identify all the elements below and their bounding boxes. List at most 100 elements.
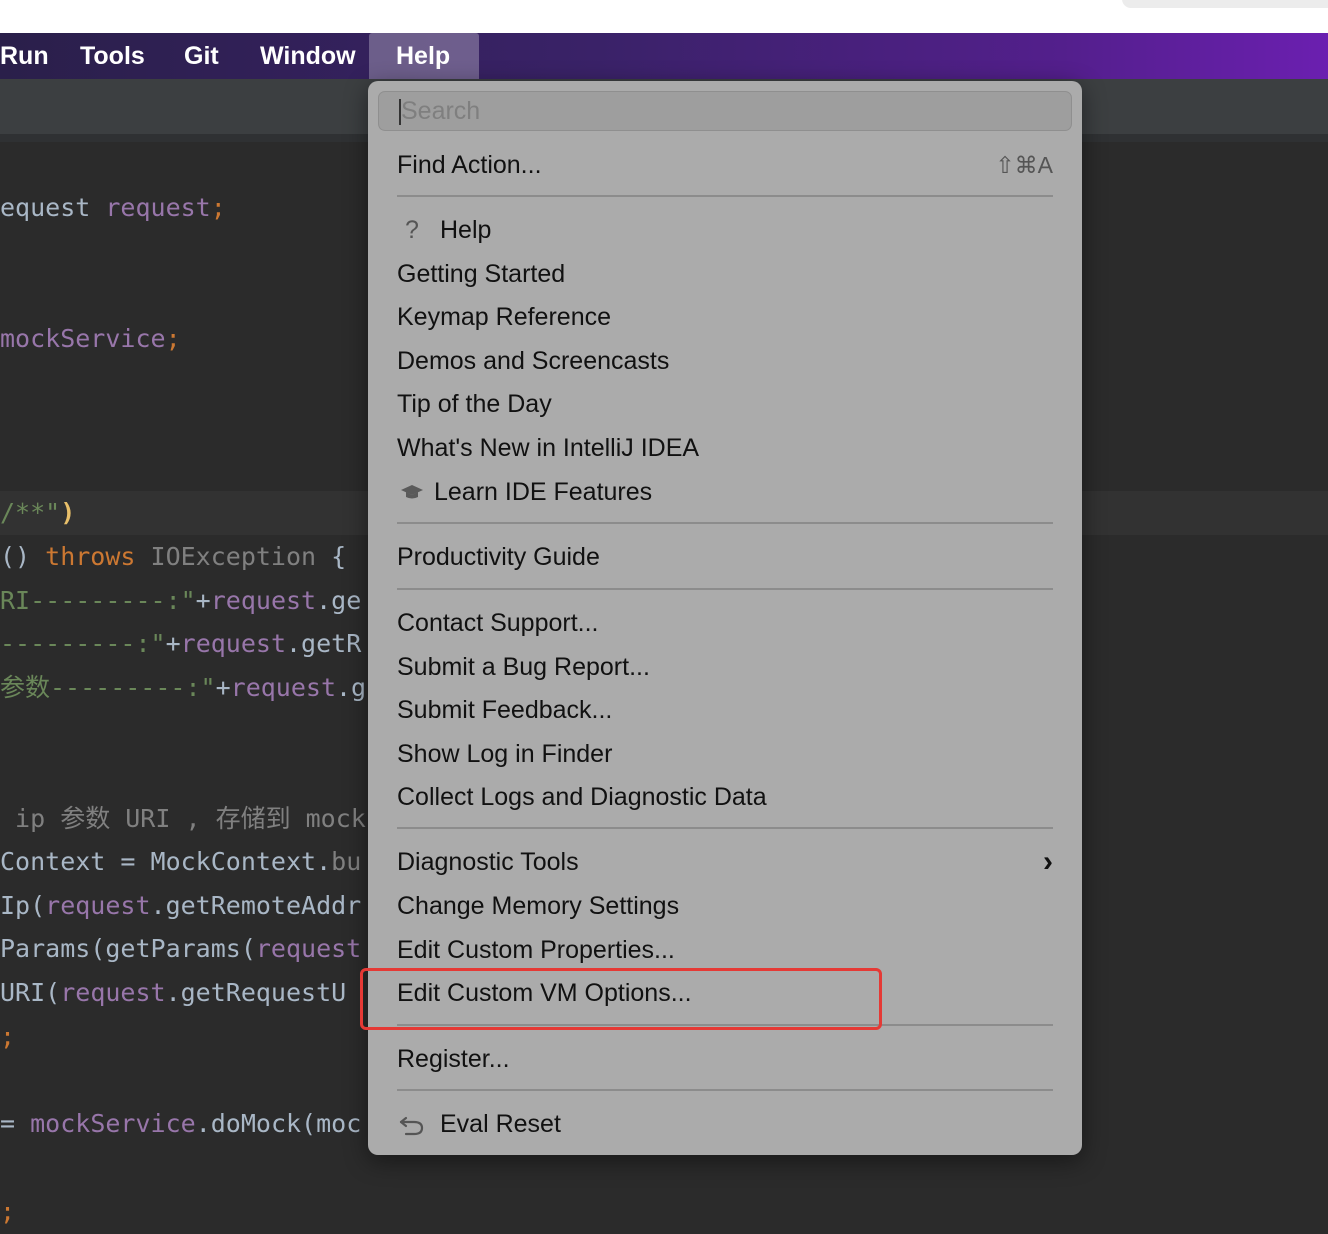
code-token: () bbox=[0, 542, 46, 571]
menu-run[interactable]: Run bbox=[0, 33, 63, 79]
menu-item-show-log[interactable]: Show Log in Finder bbox=[397, 734, 1057, 774]
menu-item-change-memory[interactable]: Change Memory Settings bbox=[397, 886, 1057, 926]
code-token: .getRequestU bbox=[165, 978, 347, 1007]
code-line: ; bbox=[0, 1194, 15, 1230]
code-token: { bbox=[316, 542, 347, 571]
menu-tools[interactable]: Tools bbox=[66, 33, 159, 79]
menu-item-contact-support[interactable]: Contact Support... bbox=[397, 603, 1057, 643]
menu-item-whats-new[interactable]: What's New in IntelliJ IDEA bbox=[397, 428, 1057, 468]
menu-item-submit-bug[interactable]: Submit a Bug Report... bbox=[397, 647, 1057, 687]
menu-item-help[interactable]: ? Help bbox=[397, 210, 1057, 250]
menu-search-input[interactable] bbox=[401, 92, 1051, 130]
menu-item-register[interactable]: Register... bbox=[397, 1039, 1057, 1079]
code-token: ; bbox=[210, 193, 226, 222]
code-token: ; bbox=[0, 1022, 16, 1051]
learn-ide-label: Learn IDE Features bbox=[434, 478, 653, 506]
menu-separator bbox=[397, 827, 1053, 829]
code-token: request bbox=[230, 673, 336, 702]
code-token: ---------:" bbox=[0, 629, 166, 658]
code-token: .ge bbox=[316, 586, 362, 615]
code-token: URI( bbox=[0, 978, 61, 1007]
graduation-cap-icon bbox=[397, 472, 427, 512]
menu-item-demos[interactable]: Demos and Screencasts bbox=[397, 341, 1057, 381]
code-token: request bbox=[180, 629, 286, 658]
submit-feedback-label: Submit Feedback... bbox=[397, 696, 613, 724]
code-token: + bbox=[195, 586, 211, 615]
code-line: /**") bbox=[0, 495, 75, 531]
menu-git[interactable]: Git bbox=[170, 33, 233, 79]
menu-separator bbox=[397, 1089, 1053, 1091]
code-token: throws bbox=[45, 542, 151, 571]
code-token: + bbox=[165, 629, 181, 658]
code-token: request bbox=[255, 934, 362, 963]
code-token: " bbox=[45, 498, 61, 527]
code-line: Params(getParams(request bbox=[0, 931, 361, 967]
code-token: request bbox=[45, 891, 151, 920]
code-token: request bbox=[105, 193, 211, 222]
menu-item-productivity-guide[interactable]: Productivity Guide bbox=[397, 537, 1057, 577]
code-token: .getR bbox=[286, 629, 362, 658]
code-token: ) bbox=[60, 498, 76, 527]
code-token: ; bbox=[165, 324, 181, 353]
code-line: mockService; bbox=[0, 321, 181, 357]
code-line: = mockService.doMock(moc bbox=[0, 1106, 361, 1142]
find-action-label: Find Action... bbox=[397, 151, 542, 179]
menu-item-getting-started[interactable]: Getting Started bbox=[397, 254, 1057, 294]
menu-item-edit-properties[interactable]: Edit Custom Properties... bbox=[397, 930, 1057, 970]
code-token: Ip( bbox=[0, 891, 46, 920]
menu-search-box[interactable] bbox=[378, 91, 1072, 131]
code-token: mockService bbox=[30, 1109, 196, 1138]
menu-separator bbox=[397, 588, 1053, 590]
code-token: ip 参数 URI , 存储到 mock bbox=[0, 804, 366, 833]
code-line: ip 参数 URI , 存储到 mock bbox=[0, 801, 366, 837]
code-token: Params(getParams( bbox=[0, 934, 256, 963]
code-line: RI---------:"+request.ge bbox=[0, 583, 361, 619]
code-token: .doMock(moc bbox=[195, 1109, 362, 1138]
code-line: () throws IOException { bbox=[0, 539, 346, 575]
help-label: Help bbox=[440, 216, 492, 244]
chevron-right-icon: › bbox=[1043, 845, 1053, 878]
menu-item-collect-logs[interactable]: Collect Logs and Diagnostic Data bbox=[397, 777, 1057, 817]
menu-item-find-action[interactable]: Find Action... ⇧⌘A bbox=[397, 145, 1057, 185]
menu-item-keymap-reference[interactable]: Keymap Reference bbox=[397, 297, 1057, 337]
code-token: request bbox=[210, 586, 317, 615]
change-memory-label: Change Memory Settings bbox=[397, 892, 680, 920]
submit-bug-label: Submit a Bug Report... bbox=[397, 653, 650, 681]
code-line: URI(request.getRequestU bbox=[0, 975, 346, 1011]
code-line: ---------:"+request.getR bbox=[0, 626, 361, 662]
show-log-label: Show Log in Finder bbox=[397, 740, 613, 768]
menu-separator bbox=[397, 195, 1053, 197]
code-token: Context = MockContext. bbox=[0, 847, 332, 876]
menu-bar: Run Tools Git Window Help bbox=[0, 33, 1328, 79]
contact-support-label: Contact Support... bbox=[397, 609, 599, 637]
menu-item-learn-ide[interactable]: Learn IDE Features bbox=[397, 472, 1057, 512]
code-token: request bbox=[60, 978, 166, 1007]
code-line: 参数---------:"+request.g bbox=[0, 670, 366, 706]
annotation-highlight-box bbox=[360, 968, 882, 1030]
undo-arrow-icon bbox=[397, 1104, 427, 1144]
code-token: bu bbox=[331, 847, 362, 876]
top-search-pill bbox=[1122, 0, 1328, 8]
collect-logs-label: Collect Logs and Diagnostic Data bbox=[397, 783, 767, 811]
code-line: Context = MockContext.bu bbox=[0, 844, 361, 880]
code-line: equest request; bbox=[0, 190, 226, 226]
code-token: + bbox=[215, 673, 231, 702]
code-line: Ip(request.getRemoteAddr bbox=[0, 888, 361, 924]
menu-item-tip-of-day[interactable]: Tip of the Day bbox=[397, 384, 1057, 424]
tip-of-day-label: Tip of the Day bbox=[397, 390, 552, 418]
menu-item-submit-feedback[interactable]: Submit Feedback... bbox=[397, 690, 1057, 730]
whats-new-label: What's New in IntelliJ IDEA bbox=[397, 434, 700, 462]
menu-window[interactable]: Window bbox=[246, 33, 370, 79]
register-label: Register... bbox=[397, 1045, 510, 1073]
menu-help[interactable]: Help bbox=[369, 33, 479, 79]
edit-properties-label: Edit Custom Properties... bbox=[397, 936, 675, 964]
menu-item-diagnostic-tools[interactable]: Diagnostic Tools › bbox=[397, 842, 1057, 882]
demos-label: Demos and Screencasts bbox=[397, 347, 670, 375]
window-top-strip bbox=[0, 0, 1328, 33]
eval-reset-label: Eval Reset bbox=[440, 1110, 561, 1138]
getting-started-label: Getting Started bbox=[397, 260, 566, 288]
question-mark-icon: ? bbox=[405, 216, 419, 244]
menu-item-eval-reset[interactable]: Eval Reset bbox=[397, 1104, 1057, 1144]
code-token: ; bbox=[0, 1197, 16, 1226]
code-token: equest bbox=[0, 193, 106, 222]
